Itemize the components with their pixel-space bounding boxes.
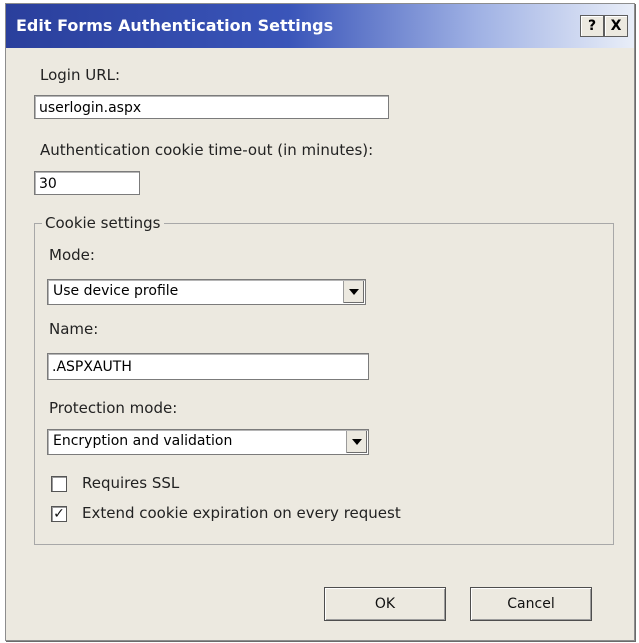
protection-mode-selected-value: Encryption and validation xyxy=(53,433,233,449)
chevron-down-icon xyxy=(352,439,362,445)
cookie-settings-group xyxy=(34,223,614,545)
ok-button[interactable]: OK xyxy=(324,587,446,621)
protection-mode-select[interactable]: Encryption and validation xyxy=(47,429,369,455)
mode-select[interactable]: Use device profile xyxy=(47,279,366,305)
login-url-label: Login URL: xyxy=(40,66,121,84)
close-button[interactable]: X xyxy=(604,15,628,37)
requires-ssl-label: Requires SSL xyxy=(82,474,180,492)
mode-dropdown-button[interactable] xyxy=(343,281,364,303)
name-label: Name: xyxy=(49,320,99,338)
cookie-settings-legend: Cookie settings xyxy=(42,214,164,232)
checkmark-icon: ✓ xyxy=(53,506,65,522)
mode-selected-value: Use device profile xyxy=(53,283,179,299)
extend-expiration-label: Extend cookie expiration on every reques… xyxy=(82,504,401,522)
cancel-button[interactable]: Cancel xyxy=(470,587,592,621)
dialog-title: Edit Forms Authentication Settings xyxy=(16,16,334,35)
login-url-input[interactable]: userlogin.aspx xyxy=(34,95,389,119)
chevron-down-icon xyxy=(349,289,359,295)
protection-mode-label: Protection mode: xyxy=(49,399,178,417)
requires-ssl-checkbox[interactable] xyxy=(51,476,67,492)
timeout-label: Authentication cookie time-out (in minut… xyxy=(40,141,374,159)
title-bar: Edit Forms Authentication Settings ? X xyxy=(6,4,634,48)
protection-mode-dropdown-button[interactable] xyxy=(346,431,367,453)
mode-label: Mode: xyxy=(49,246,95,264)
forms-auth-dialog: Edit Forms Authentication Settings ? X L… xyxy=(5,3,635,641)
timeout-input[interactable]: 30 xyxy=(34,171,140,195)
extend-expiration-checkbox[interactable]: ✓ xyxy=(51,506,67,522)
cookie-name-input[interactable]: .ASPXAUTH xyxy=(47,353,369,380)
help-button[interactable]: ? xyxy=(580,15,604,37)
